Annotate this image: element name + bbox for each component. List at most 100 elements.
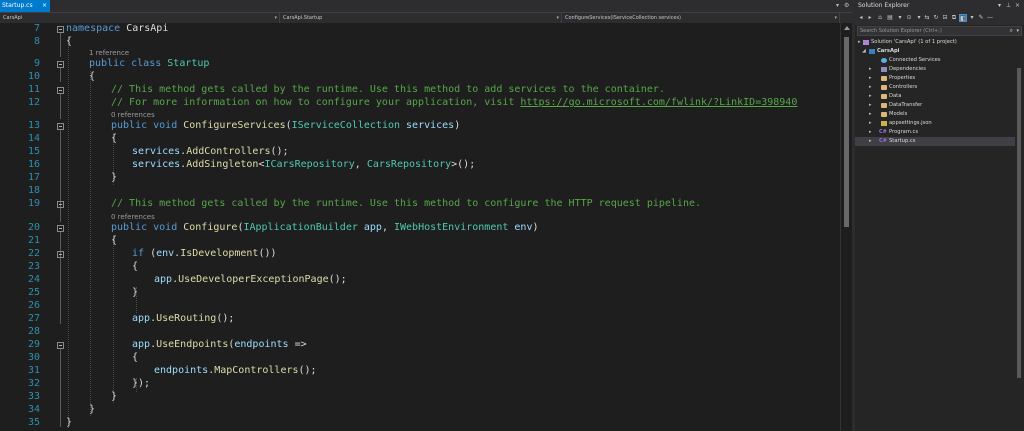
chevron-down-icon[interactable]: ▾ [896, 14, 904, 22]
switch-views-icon[interactable]: ▤ [886, 14, 894, 22]
code-comment: // This method gets called by the runtim… [111, 84, 665, 95]
tree-item-label: appsettings.json [889, 120, 932, 126]
fold-toggle[interactable] [57, 61, 64, 68]
code-line: } [111, 391, 118, 402]
connected-services-icon [881, 58, 887, 63]
indent-guide [113, 235, 114, 403]
code-area[interactable]: 7 8 9 10 11 12 13 14 15 16 17 18 19 20 2… [0, 21, 840, 431]
tree-item-program-cs[interactable]: ▸ C# Program.cs [855, 128, 1020, 137]
search-input[interactable]: Search Solution Explorer (Ctrl+;) ⌕ ▾ [857, 26, 1022, 36]
tree-item-dependencies[interactable]: ▸ Dependencies [855, 65, 1020, 74]
line-number: 30 [27, 352, 40, 363]
fold-line [60, 258, 61, 324]
line-number: 8 [33, 36, 40, 47]
tree-item-label: Dependencies [889, 66, 926, 72]
close-icon[interactable]: × [42, 0, 47, 12]
line-number: 22 [27, 248, 40, 259]
tree-item-label: Controllers [889, 84, 918, 90]
sync-icon[interactable]: ⇆ [923, 14, 931, 22]
properties-icon[interactable]: ✎ [977, 14, 985, 22]
json-file-icon [881, 121, 887, 126]
pending-changes-icon[interactable]: ⊙ [905, 14, 913, 22]
scrollbar-thumb[interactable] [844, 37, 849, 227]
collapse-icon[interactable]: ⊟ [941, 14, 949, 22]
code-line: { [132, 352, 139, 363]
codelens-references[interactable]: 1 reference [89, 49, 129, 57]
line-number: 28 [27, 326, 40, 337]
tree-item-startup-cs[interactable]: ▸ C# Startup.cs [855, 137, 1020, 146]
tree-item-label: CarsApi [877, 48, 900, 54]
scroll-up-icon[interactable] [844, 26, 850, 30]
editor-scrollbar[interactable] [840, 23, 852, 431]
code-editor[interactable]: Startup.cs × ▾ ⚙ CarsApi ▾ CarsApi.Start… [0, 0, 852, 431]
line-number: 20 [27, 222, 40, 233]
tree-item-label: Startup.cs [889, 138, 916, 144]
fold-toggle[interactable] [57, 342, 64, 349]
fold-toggle[interactable] [57, 201, 64, 208]
expand-icon[interactable]: ▸ [869, 83, 872, 92]
tree-item-datatransfer[interactable]: ▸ DataTransfer [855, 101, 1020, 110]
expand-icon[interactable]: ▸ [869, 110, 872, 119]
tree-item-label: DataTransfer [889, 102, 923, 108]
codelens-references[interactable]: 0 references [111, 213, 155, 221]
code-line: endpoints.MapControllers(); [154, 365, 317, 376]
scrollbar-thumb[interactable] [1017, 68, 1021, 378]
preview-selected-icon[interactable]: ◧ [959, 14, 967, 22]
tab-startup-cs[interactable]: Startup.cs × [0, 0, 50, 12]
tree-item-appsettings[interactable]: ▸ appsettings.json [855, 119, 1020, 128]
fold-toggle[interactable] [57, 225, 64, 232]
expand-icon[interactable]: ▸ [869, 74, 872, 83]
fold-line [60, 349, 61, 427]
line-number: 11 [27, 84, 40, 95]
solution-explorer: Solution Explorer ▾ ⊥ × ◂ ▸ ⌂ ▤ ▾ ⊙ ▾ ⇆ … [855, 0, 1024, 431]
tree-item-project[interactable]: ◢ CarsApi [855, 47, 1020, 56]
tree-item-models[interactable]: ▸ Models [855, 110, 1020, 119]
back-icon[interactable]: ◂ [857, 14, 865, 22]
expand-icon[interactable]: ▸ [869, 137, 872, 146]
line-number: 19 [27, 198, 40, 209]
tree-item-solution[interactable]: ▸ Solution 'CarsApi' (1 of 1 project) [855, 38, 1020, 47]
forward-icon[interactable]: ▸ [866, 14, 874, 22]
tree-item-controllers[interactable]: ▸ Controllers [855, 83, 1020, 92]
more-icon[interactable]: — [986, 14, 994, 22]
close-icon[interactable]: × [1015, 0, 1020, 12]
tab-label: Startup.cs [2, 2, 33, 9]
chevron-down-icon[interactable]: ▾ [1016, 27, 1019, 35]
tree-item-properties[interactable]: ▸ Properties [855, 74, 1020, 83]
tree-item-label: Program.cs [889, 129, 919, 135]
pin-icon[interactable]: ⊥ [1006, 0, 1011, 12]
line-number: 25 [27, 287, 40, 298]
expand-icon[interactable]: ▸ [869, 128, 872, 137]
code-line: }); [132, 378, 151, 389]
expand-icon[interactable]: ▸ [869, 119, 872, 128]
expand-icon[interactable]: ▸ [869, 65, 872, 74]
show-all-icon[interactable]: ⧉ [950, 14, 958, 22]
line-number: 21 [27, 235, 40, 246]
expand-icon[interactable]: ▸ [858, 38, 861, 47]
expand-icon[interactable]: ▸ [869, 92, 872, 101]
line-number: 17 [27, 172, 40, 183]
codelens-references[interactable]: 0 references [111, 111, 155, 119]
code-line: { [132, 261, 139, 272]
collapse-arrow-icon[interactable]: ◢ [862, 47, 866, 56]
fold-toggle[interactable] [57, 251, 64, 258]
chevron-down-icon[interactable]: ▾ [915, 14, 923, 22]
line-number: 15 [27, 146, 40, 157]
fold-toggle[interactable] [57, 123, 64, 130]
expand-icon[interactable]: ▸ [869, 101, 872, 110]
code-line: app.UseEndpoints(endpoints => [132, 339, 307, 350]
solution-explorer-scrollbar[interactable] [1015, 38, 1023, 431]
dropdown-icon[interactable]: ▾ [836, 1, 839, 11]
tree-item-data[interactable]: ▸ Data [855, 92, 1020, 101]
tree-item-connected-services[interactable]: Connected Services [855, 56, 1020, 65]
chevron-down-icon[interactable]: ▾ [968, 14, 976, 22]
code-line: public void ConfigureServices(IServiceCo… [111, 120, 461, 131]
fold-toggle[interactable] [57, 26, 64, 33]
dropdown-icon[interactable]: ▾ [998, 0, 1001, 12]
home-icon[interactable]: ⌂ [876, 14, 884, 22]
refresh-icon[interactable]: ↻ [932, 14, 940, 22]
search-icon[interactable]: ⌕ [1010, 27, 1013, 35]
code-link[interactable]: https://go.microsoft.com/fwlink/?LinkID=… [520, 97, 797, 108]
settings-icon[interactable]: ⚙ [844, 1, 849, 11]
fold-toggle[interactable] [57, 87, 64, 94]
